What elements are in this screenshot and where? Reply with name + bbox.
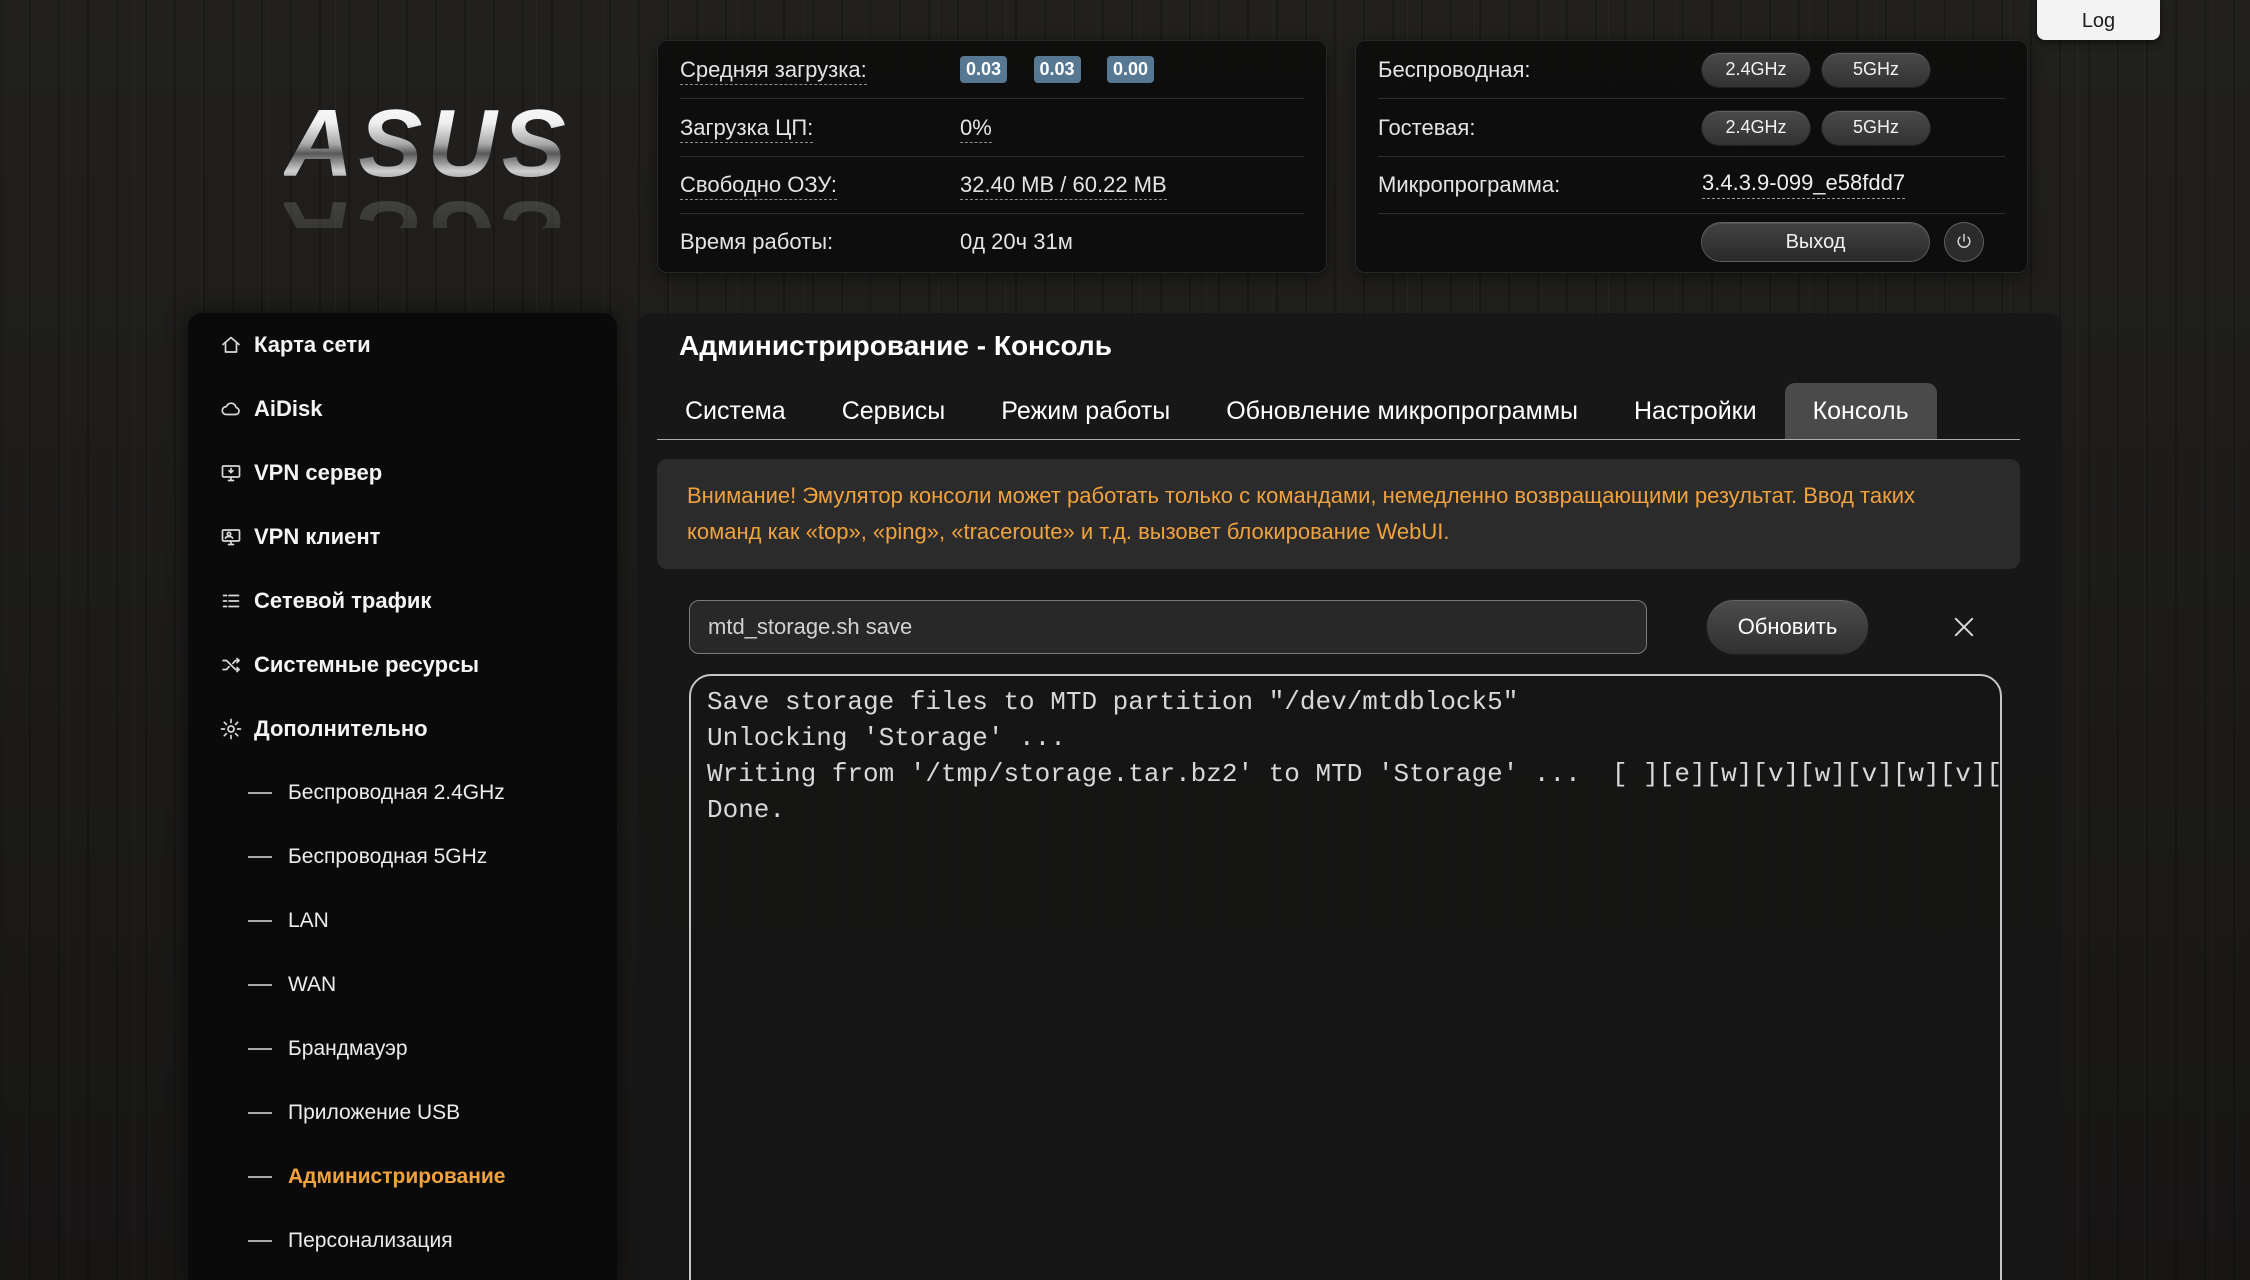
home-icon <box>216 333 246 357</box>
asus-logo-text: ASUS <box>284 90 571 197</box>
tab-system[interactable]: Система <box>657 383 814 439</box>
sidebar-subitem-usb-application[interactable]: Приложение USB <box>188 1081 617 1145</box>
sidebar-item-vpn-client[interactable]: VPN клиент <box>188 505 617 569</box>
tab-firmware-upgrade[interactable]: Обновление микропрограммы <box>1198 383 1606 439</box>
gear-icon <box>216 717 246 741</box>
sidebar-item-vpn-server[interactable]: VPN сервер <box>188 441 617 505</box>
sidebar-subitem-label: Беспроводная 2.4GHz <box>288 781 505 804</box>
tab-bar: Система Сервисы Режим работы Обновление … <box>657 383 2020 440</box>
wireless-label: Беспроводная: <box>1378 56 1531 82</box>
free-ram-value[interactable]: 32.40 MB / 60.22 MB <box>960 171 1167 200</box>
load-badge-3: 0.00 <box>1107 56 1155 84</box>
sidebar-subitem-label: LAN <box>288 909 329 932</box>
guest-label: Гостевая: <box>1378 114 1476 140</box>
shuffle-icon <box>216 653 246 677</box>
firmware-row: Микропрограмма: 3.4.3.9-099_e58fdd7 <box>1378 155 2005 213</box>
status-row-load: Средняя загрузка: 0.03 0.03 0.00 <box>680 41 1304 98</box>
command-input[interactable] <box>689 600 1647 654</box>
tab-operation-mode[interactable]: Режим работы <box>973 383 1198 439</box>
reboot-button[interactable] <box>1945 223 1983 262</box>
guest-5ghz-button[interactable]: 5GHz <box>1822 110 1930 145</box>
dash-icon <box>248 920 272 922</box>
cpu-load-value[interactable]: 0% <box>960 114 992 143</box>
sidebar-item-advanced[interactable]: Дополнительно <box>188 697 617 761</box>
sidebar-subitem-label: WAN <box>288 973 337 996</box>
refresh-button[interactable]: Обновить <box>1707 600 1868 654</box>
sidebar: Карта сети AiDisk VPN сервер VPN клиент … <box>188 313 617 1280</box>
cpu-load-label: Загрузка ЦП: <box>680 114 960 143</box>
power-icon <box>1957 234 1971 249</box>
sidebar-item-label: VPN сервер <box>254 460 383 485</box>
sidebar-subitem-personalization[interactable]: Персонализация <box>188 1209 617 1273</box>
dash-icon <box>248 856 272 858</box>
command-row: Обновить <box>689 600 2002 654</box>
sidebar-item-system-resources[interactable]: Системные ресурсы <box>188 633 617 697</box>
wireless-5ghz-button[interactable]: 5GHz <box>1822 52 1930 87</box>
dash-icon <box>248 984 272 986</box>
firmware-label: Микропрограмма: <box>1378 171 1561 197</box>
free-ram-label: Свободно ОЗУ: <box>680 171 960 200</box>
wireless-row: Беспроводная: 2.4GHz 5GHz <box>1378 41 2005 98</box>
uptime-label: Время работы: <box>680 229 834 255</box>
load-badge-1: 0.03 <box>960 56 1008 84</box>
guest-24ghz-button[interactable]: 2.4GHz <box>1702 110 1810 145</box>
asus-logo: ASUS ASUS <box>284 90 571 229</box>
sidebar-subitem-firewall[interactable]: Брандмауэр <box>188 1017 617 1081</box>
traffic-list-icon <box>216 589 246 613</box>
sidebar-subitem-label: Беспроводная 5GHz <box>288 845 488 868</box>
wireless-24ghz-button[interactable]: 2.4GHz <box>1702 52 1810 87</box>
tab-settings[interactable]: Настройки <box>1606 383 1785 439</box>
vpn-server-icon <box>216 461 246 485</box>
console-warning-text: Внимание! Эмулятор консоли может работат… <box>657 459 2020 569</box>
guest-row: Гостевая: 2.4GHz 5GHz <box>1378 98 2005 155</box>
status-row-ram: Свободно ОЗУ: 32.40 MB / 60.22 MB <box>680 155 1304 213</box>
console-output: Save storage files to MTD partition "/de… <box>707 687 2000 825</box>
wireless-panel: Беспроводная: 2.4GHz 5GHz Гостевая: 2.4G… <box>1355 40 2028 273</box>
main-content: Администрирование - Консоль Система Серв… <box>637 313 2062 1280</box>
sidebar-subitem-label: Администрирование <box>288 1165 506 1188</box>
sidebar-item-label: Карта сети <box>254 332 371 357</box>
status-row-uptime: Время работы: 0д 20ч 31м <box>680 213 1304 270</box>
system-status-panel: Средняя загрузка: 0.03 0.03 0.00 Загрузк… <box>657 40 1327 273</box>
log-button[interactable]: Log <box>2037 0 2160 40</box>
load-badge-2: 0.03 <box>1033 56 1081 84</box>
page-title: Администрирование - Консоль <box>679 330 1112 361</box>
sidebar-item-label: VPN клиент <box>254 524 381 549</box>
sidebar-subitem-label: Персонализация <box>288 1229 453 1252</box>
dash-icon <box>248 1112 272 1114</box>
router-admin-page: Log ASUS ASUS Средняя загрузка: 0.03 0.0… <box>0 0 2250 1280</box>
tab-console[interactable]: Консоль <box>1784 383 1937 439</box>
dash-icon <box>248 1240 272 1242</box>
sidebar-item-network-traffic[interactable]: Сетевой трафик <box>188 569 617 633</box>
sidebar-item-label: Дополнительно <box>254 716 428 741</box>
sidebar-item-label: Системные ресурсы <box>254 652 480 677</box>
sidebar-subitem-label: Приложение USB <box>288 1101 461 1124</box>
dash-icon <box>248 1048 272 1050</box>
asus-logo-reflection: ASUS <box>284 186 571 228</box>
status-row-cpu: Загрузка ЦП: 0% <box>680 98 1304 155</box>
vpn-client-icon <box>216 525 246 549</box>
sidebar-item-network-map[interactable]: Карта сети <box>188 313 617 377</box>
sidebar-item-label: Сетевой трафик <box>254 588 432 613</box>
logout-row: Выход <box>1378 213 2005 270</box>
dash-icon <box>248 792 272 794</box>
sidebar-subitem-lan[interactable]: LAN <box>188 889 617 953</box>
firmware-version-link[interactable]: 3.4.3.9-099_e58fdd7 <box>1702 170 1906 200</box>
uptime-value: 0д 20ч 31м <box>960 229 1073 255</box>
sidebar-subitem-wan[interactable]: WAN <box>188 953 617 1017</box>
load-badges: 0.03 0.03 0.00 <box>960 56 1176 84</box>
avg-load-label: Средняя загрузка: <box>680 56 960 85</box>
sidebar-subitem-administration[interactable]: Администрирование <box>188 1145 617 1209</box>
close-icon[interactable] <box>1942 605 1986 649</box>
dash-icon <box>248 1176 272 1178</box>
console-output-box: Save storage files to MTD partition "/de… <box>689 674 2002 1280</box>
cloud-icon <box>216 397 246 421</box>
sidebar-item-label: AiDisk <box>254 396 323 421</box>
sidebar-subitem-label: Брандмауэр <box>288 1037 408 1060</box>
sidebar-subitem-wireless-5ghz[interactable]: Беспроводная 5GHz <box>188 825 617 889</box>
sidebar-subitem-wireless-24ghz[interactable]: Беспроводная 2.4GHz <box>188 761 617 825</box>
tab-services[interactable]: Сервисы <box>814 383 974 439</box>
sidebar-item-aidisk[interactable]: AiDisk <box>188 377 617 441</box>
logout-button[interactable]: Выход <box>1702 223 1929 262</box>
